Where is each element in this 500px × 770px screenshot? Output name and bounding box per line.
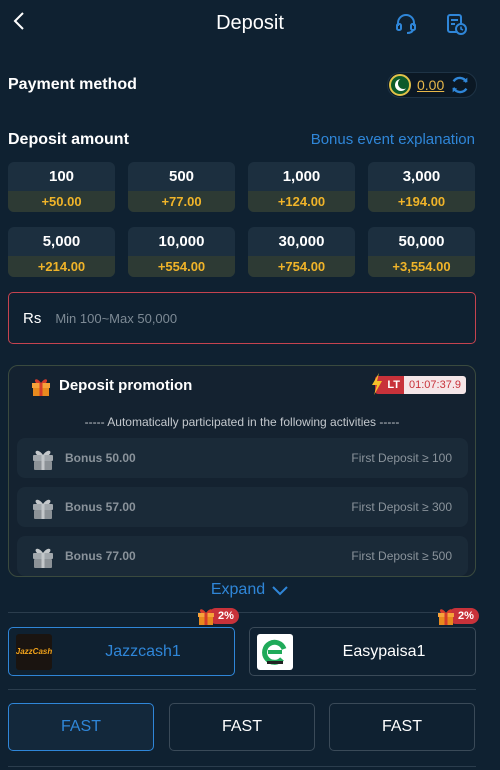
channel-name: Easypaisa1: [342, 642, 426, 660]
amount-option-100[interactable]: 100 +50.00: [8, 162, 115, 212]
gift-box-icon: [33, 548, 53, 568]
amount-bonus: +554.00: [128, 256, 235, 277]
easypaisa-discount-badge: 2%: [436, 607, 479, 625]
gift-icon: [30, 375, 52, 397]
gift-box-icon: [33, 450, 53, 470]
channel-jazzcash[interactable]: JazzCash Jazzcash1: [8, 627, 235, 676]
promotion-bonus: Bonus 50.00: [65, 451, 136, 465]
deposit-amount-label: Deposit amount: [8, 131, 129, 148]
amount-value: 10,000: [158, 233, 205, 250]
promotion-item: Bonus 77.00 First Deposit ≥ 500: [17, 536, 468, 576]
jazzcash-logo-text: JazzCash: [16, 647, 52, 656]
bonus-explanation-link[interactable]: Bonus event explanation: [311, 131, 475, 148]
amount-bonus: +194.00: [368, 191, 475, 212]
amount-value: 3,000: [402, 168, 441, 185]
lightning-icon: [372, 373, 383, 395]
pakistan-flag-icon: [389, 74, 411, 96]
expand-label: Expand: [210, 581, 266, 598]
expand-button[interactable]: Expand: [0, 581, 500, 599]
promotion-condition: First Deposit ≥ 100: [351, 451, 452, 465]
amount-option-30000[interactable]: 30,000 +754.00: [248, 227, 355, 277]
channel-name: Jazzcash1: [105, 642, 181, 660]
amount-bonus: +50.00: [8, 191, 115, 212]
speed-option-fast-1[interactable]: FAST: [8, 703, 154, 751]
amount-value: 1,000: [282, 168, 321, 185]
currency-label: Rs: [23, 309, 42, 327]
jazzcash-discount-badge: 2%: [196, 607, 239, 625]
payment-method-label: Payment method: [8, 76, 137, 93]
lt-label: LT: [387, 379, 400, 391]
deposit-promotion-panel: Deposit promotion LT 01:07:37.9 ----- Au…: [8, 365, 476, 577]
divider: [8, 766, 476, 767]
page-title: Deposit: [216, 12, 284, 34]
promotion-condition: First Deposit ≥ 500: [351, 549, 452, 563]
amount-value: 5,000: [42, 233, 81, 250]
promotion-item: Bonus 57.00 First Deposit ≥ 300: [17, 487, 468, 527]
amount-value: 100: [48, 168, 75, 185]
chevron-down-icon: [272, 586, 288, 596]
channel-easypaisa[interactable]: Easypaisa1: [249, 627, 476, 676]
gift-icon: [438, 609, 454, 625]
divider: [8, 689, 476, 690]
promotion-bonus: Bonus 57.00: [65, 500, 136, 514]
amount-option-500[interactable]: 500 +77.00: [128, 162, 235, 212]
amount-input-container[interactable]: Rs: [8, 292, 476, 344]
speed-option-fast-3[interactable]: FAST: [329, 703, 475, 751]
amount-value: 50,000: [398, 233, 445, 250]
gift-box-icon: [33, 499, 53, 519]
amount-option-3000[interactable]: 3,000 +194.00: [368, 162, 475, 212]
wallet-balance[interactable]: 0.00: [387, 72, 477, 98]
amount-bonus: +754.00: [248, 256, 355, 277]
amount-bonus: +124.00: [248, 191, 355, 212]
amount-option-5000[interactable]: 5,000 +214.00: [8, 227, 115, 277]
jazzcash-logo: JazzCash: [16, 633, 52, 670]
amount-option-1000[interactable]: 1,000 +124.00: [248, 162, 355, 212]
auto-participation-note: ----- Automatically participated in the …: [84, 415, 400, 429]
records-icon[interactable]: [442, 10, 470, 38]
refresh-icon[interactable]: [448, 73, 472, 97]
divider: [8, 612, 476, 613]
amount-option-10000[interactable]: 10,000 +554.00: [128, 227, 235, 277]
promotion-item: Bonus 50.00 First Deposit ≥ 100: [17, 438, 468, 478]
promotion-title: Deposit promotion: [59, 377, 193, 394]
amount-bonus: +77.00: [128, 191, 235, 212]
lt-badge: LT: [372, 373, 404, 395]
balance-value[interactable]: 0.00: [417, 77, 444, 93]
promotion-bonus: Bonus 77.00: [65, 549, 136, 563]
timer-value: 01:07:37.9: [404, 376, 466, 394]
speed-option-fast-2[interactable]: FAST: [169, 703, 315, 751]
amount-value: 30,000: [278, 233, 325, 250]
countdown-timer: LT 01:07:37.9: [372, 373, 466, 395]
amount-input[interactable]: [55, 310, 436, 326]
amount-bonus: +3,554.00: [368, 256, 475, 277]
amount-option-50000[interactable]: 50,000 +3,554.00: [368, 227, 475, 277]
amount-bonus: +214.00: [8, 256, 115, 277]
promotion-condition: First Deposit ≥ 300: [351, 500, 452, 514]
easypaisa-logo: [257, 633, 293, 670]
headset-icon[interactable]: [392, 10, 420, 38]
gift-icon: [198, 609, 214, 625]
amount-value: 500: [168, 168, 195, 185]
